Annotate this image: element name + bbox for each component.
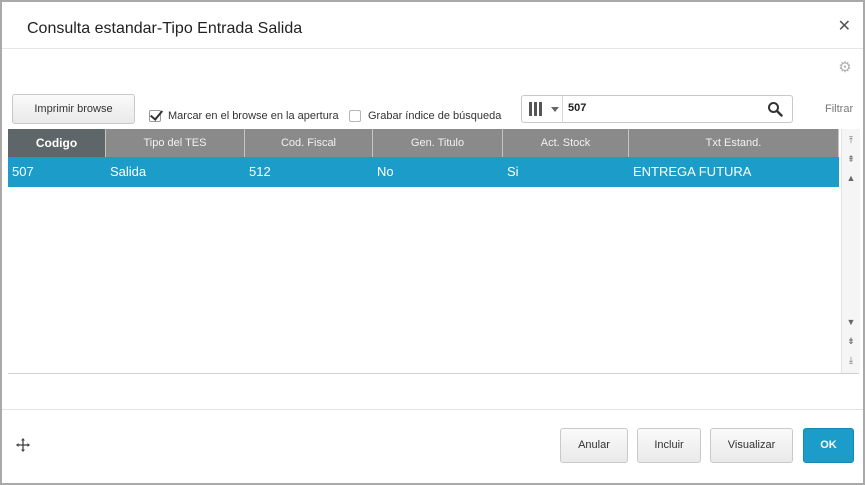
search-column-selector[interactable] <box>522 96 563 122</box>
column-header-tipo-tes[interactable]: Tipo del TES <box>106 129 245 157</box>
grid-header: Codigo Tipo del TES Cod. Fiscal Gen. Tit… <box>8 129 839 157</box>
mark-browse-checkbox[interactable] <box>149 110 161 122</box>
mark-browse-label: Marcar en el browse en la apertura <box>168 110 339 122</box>
move-icon[interactable] <box>16 438 30 452</box>
column-header-cod-fiscal[interactable]: Cod. Fiscal <box>245 129 373 157</box>
scroll-bottom-icon[interactable]: ⤓ <box>842 351 860 369</box>
column-header-txt-estand[interactable]: Txt Estand. <box>629 129 839 157</box>
save-index-checkbox[interactable] <box>349 110 361 122</box>
data-grid: Codigo Tipo del TES Cod. Fiscal Gen. Tit… <box>8 129 860 374</box>
cell-gen-titulo: No <box>377 164 394 179</box>
scroll-up-icon[interactable]: ▲ <box>842 169 860 187</box>
cell-act-stock: Si <box>507 164 519 179</box>
scroll-top-icon[interactable]: ⤒ <box>842 131 860 149</box>
gear-icon[interactable]: ⚙ <box>837 60 853 76</box>
save-index-checkbox-row[interactable]: Grabar índice de búsqueda <box>349 108 501 124</box>
cancel-button[interactable]: Anular <box>560 428 628 463</box>
scroll-page-down-icon[interactable]: ⇟ <box>842 332 860 350</box>
print-browse-button[interactable]: Imprimir browse <box>12 94 135 124</box>
table-row[interactable]: 507 Salida 512 No Si ENTREGA FUTURA <box>8 157 839 187</box>
dialog-title: Consulta estandar-Tipo Entrada Salida <box>27 20 303 37</box>
title-bar: Consulta estandar-Tipo Entrada Salida ✕ <box>2 2 863 49</box>
scroll-page-up-icon[interactable]: ⇞ <box>842 150 860 168</box>
include-button[interactable]: Incluir <box>637 428 701 463</box>
columns-icon <box>529 102 547 116</box>
vertical-scrollbar[interactable]: ⤒ ⇞ ▲ ▼ ⇟ ⤓ <box>841 129 860 373</box>
search-box[interactable]: 507 <box>521 95 793 123</box>
filter-link[interactable]: Filtrar <box>825 103 853 115</box>
close-icon[interactable]: ✕ <box>838 16 851 36</box>
dialog: Consulta estandar-Tipo Entrada Salida ✕ … <box>0 0 865 485</box>
cell-codigo: 507 <box>12 164 34 179</box>
search-icon[interactable] <box>767 101 783 117</box>
cell-tipo-tes: Salida <box>110 164 147 179</box>
save-index-label: Grabar índice de búsqueda <box>368 110 502 122</box>
ok-button[interactable]: OK <box>803 428 854 463</box>
cell-txt-estand: ENTREGA FUTURA <box>633 164 752 179</box>
cell-cod-fiscal: 512 <box>249 164 271 179</box>
view-button[interactable]: Visualizar <box>710 428 793 463</box>
mark-browse-checkbox-row[interactable]: Marcar en el browse en la apertura <box>149 108 339 124</box>
column-header-gen-titulo[interactable]: Gen. Titulo <box>373 129 503 157</box>
chevron-down-icon <box>551 107 559 112</box>
column-header-codigo[interactable]: Codigo <box>8 129 106 157</box>
scroll-down-icon[interactable]: ▼ <box>842 313 860 331</box>
column-header-act-stock[interactable]: Act. Stock <box>503 129 629 157</box>
search-input[interactable]: 507 <box>568 102 586 114</box>
